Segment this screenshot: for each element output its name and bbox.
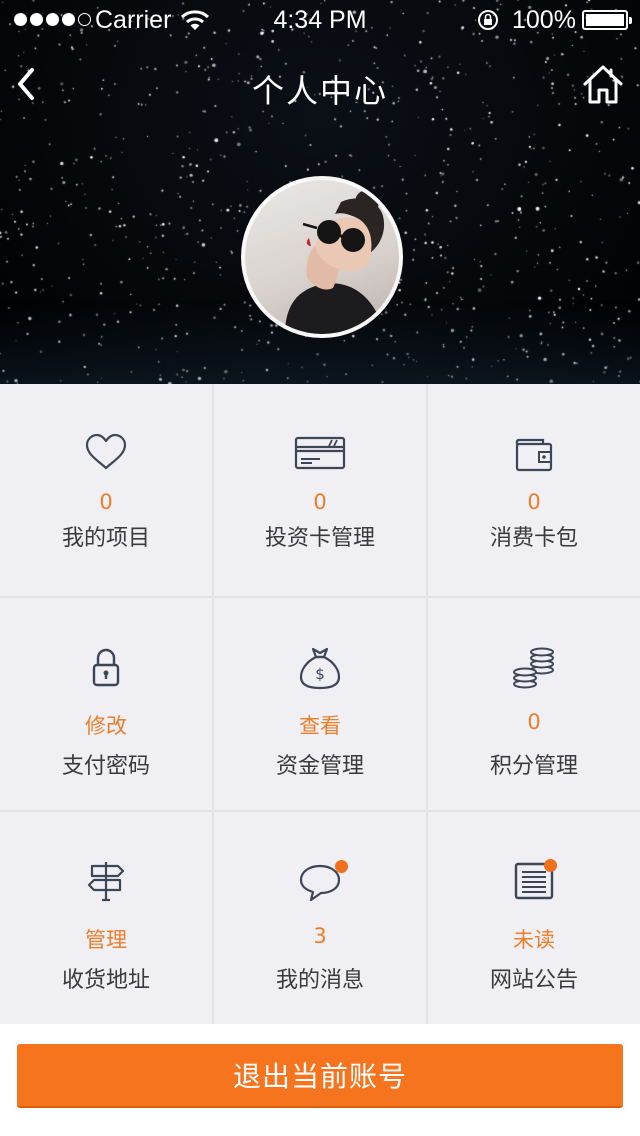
unread-announcement-badge bbox=[544, 859, 557, 872]
user-avatar[interactable] bbox=[241, 176, 403, 338]
battery-icon bbox=[582, 10, 632, 30]
page-title: 个人中心 bbox=[251, 72, 388, 110]
menu-item-my-projects[interactable]: 0 我的项目 bbox=[0, 384, 212, 596]
consumer-card-wallet-count: 0 bbox=[527, 490, 541, 514]
menu-item-consumer-card-wallet[interactable]: 0 消费卡包 bbox=[428, 384, 640, 596]
fund-management-label: 资金管理 bbox=[275, 754, 364, 779]
avatar-photo bbox=[285, 190, 385, 334]
payment-password-label: 支付密码 bbox=[61, 754, 150, 779]
orientation-lock-icon bbox=[478, 10, 498, 30]
credit-card-icon bbox=[294, 436, 346, 470]
consumer-card-wallet-label: 消费卡包 bbox=[489, 526, 578, 551]
signpost-icon bbox=[87, 862, 125, 902]
menu-item-investment-cards[interactable]: 0 投资卡管理 bbox=[214, 384, 426, 596]
points-count: 0 bbox=[527, 710, 541, 734]
investment-cards-count: 0 bbox=[313, 490, 327, 514]
heart-icon bbox=[85, 433, 127, 470]
menu-item-my-messages[interactable]: 3 我的消息 bbox=[214, 812, 426, 1024]
wallet-icon bbox=[515, 438, 553, 472]
payment-password-action: 修改 bbox=[85, 714, 127, 738]
my-projects-label: 我的项目 bbox=[61, 526, 150, 551]
announcements-status: 未读 bbox=[513, 928, 555, 952]
svg-text:$: $ bbox=[315, 665, 325, 683]
home-button[interactable] bbox=[580, 62, 626, 108]
new-message-badge bbox=[335, 860, 348, 873]
logout-button[interactable]: 退出当前账号 bbox=[17, 1044, 623, 1108]
coins-icon bbox=[513, 647, 554, 689]
shipping-address-action: 管理 bbox=[85, 928, 127, 952]
menu-item-fund-management[interactable]: $ 查看 资金管理 bbox=[214, 598, 426, 810]
fund-management-action: 查看 bbox=[299, 714, 341, 738]
battery-percentage: 100% bbox=[512, 6, 576, 34]
my-projects-count: 0 bbox=[99, 490, 113, 514]
lock-icon bbox=[92, 648, 120, 687]
site-announcements-label: 网站公告 bbox=[489, 968, 578, 993]
status-bar: Carrier 4:34 PM 100% bbox=[0, 0, 640, 40]
menu-item-shipping-address[interactable]: 管理 收货地址 bbox=[0, 812, 212, 1024]
menu-grid: 0 我的项目 0 投资卡管理 0 消费卡包 修改 支付密码 $ 查看 资金管理 … bbox=[0, 384, 640, 1024]
my-messages-label: 我的消息 bbox=[275, 968, 364, 993]
messages-count: 3 bbox=[313, 924, 327, 948]
points-management-label: 积分管理 bbox=[489, 754, 578, 779]
menu-item-site-announcements[interactable]: 未读 网站公告 bbox=[428, 812, 640, 1024]
menu-item-payment-password[interactable]: 修改 支付密码 bbox=[0, 598, 212, 810]
investment-cards-label: 投资卡管理 bbox=[264, 526, 375, 551]
shipping-address-label: 收货地址 bbox=[61, 968, 150, 993]
profile-header: Carrier 4:34 PM 100% 个人中心 bbox=[0, 0, 640, 384]
navigation-bar: 个人中心 bbox=[0, 40, 640, 128]
money-bag-icon: $ bbox=[299, 647, 341, 690]
menu-item-points-management[interactable]: 0 积分管理 bbox=[428, 598, 640, 810]
